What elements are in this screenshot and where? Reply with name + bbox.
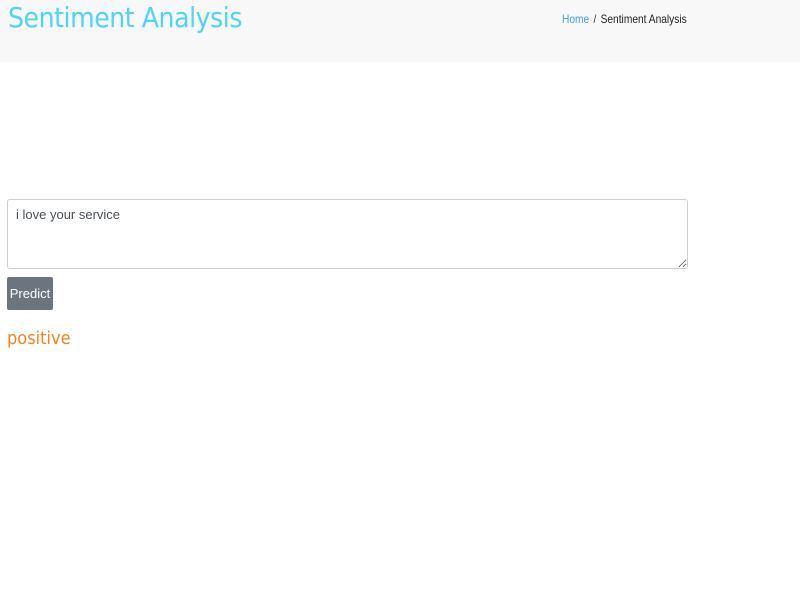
breadcrumb: Home / Sentiment Analysis [562,12,687,26]
prediction-result: positive [7,328,71,349]
text-input[interactable]: i love your service [7,199,688,269]
page-header: Sentiment Analysis Home / Sentiment Analys… [0,0,800,62]
page-title: Sentiment Analysis [8,1,242,34]
predict-button[interactable]: Predict [7,277,53,310]
breadcrumb-separator: / [593,12,597,26]
breadcrumb-current: Sentiment Analysis [600,12,687,26]
breadcrumb-home-link[interactable]: Home [562,12,589,26]
